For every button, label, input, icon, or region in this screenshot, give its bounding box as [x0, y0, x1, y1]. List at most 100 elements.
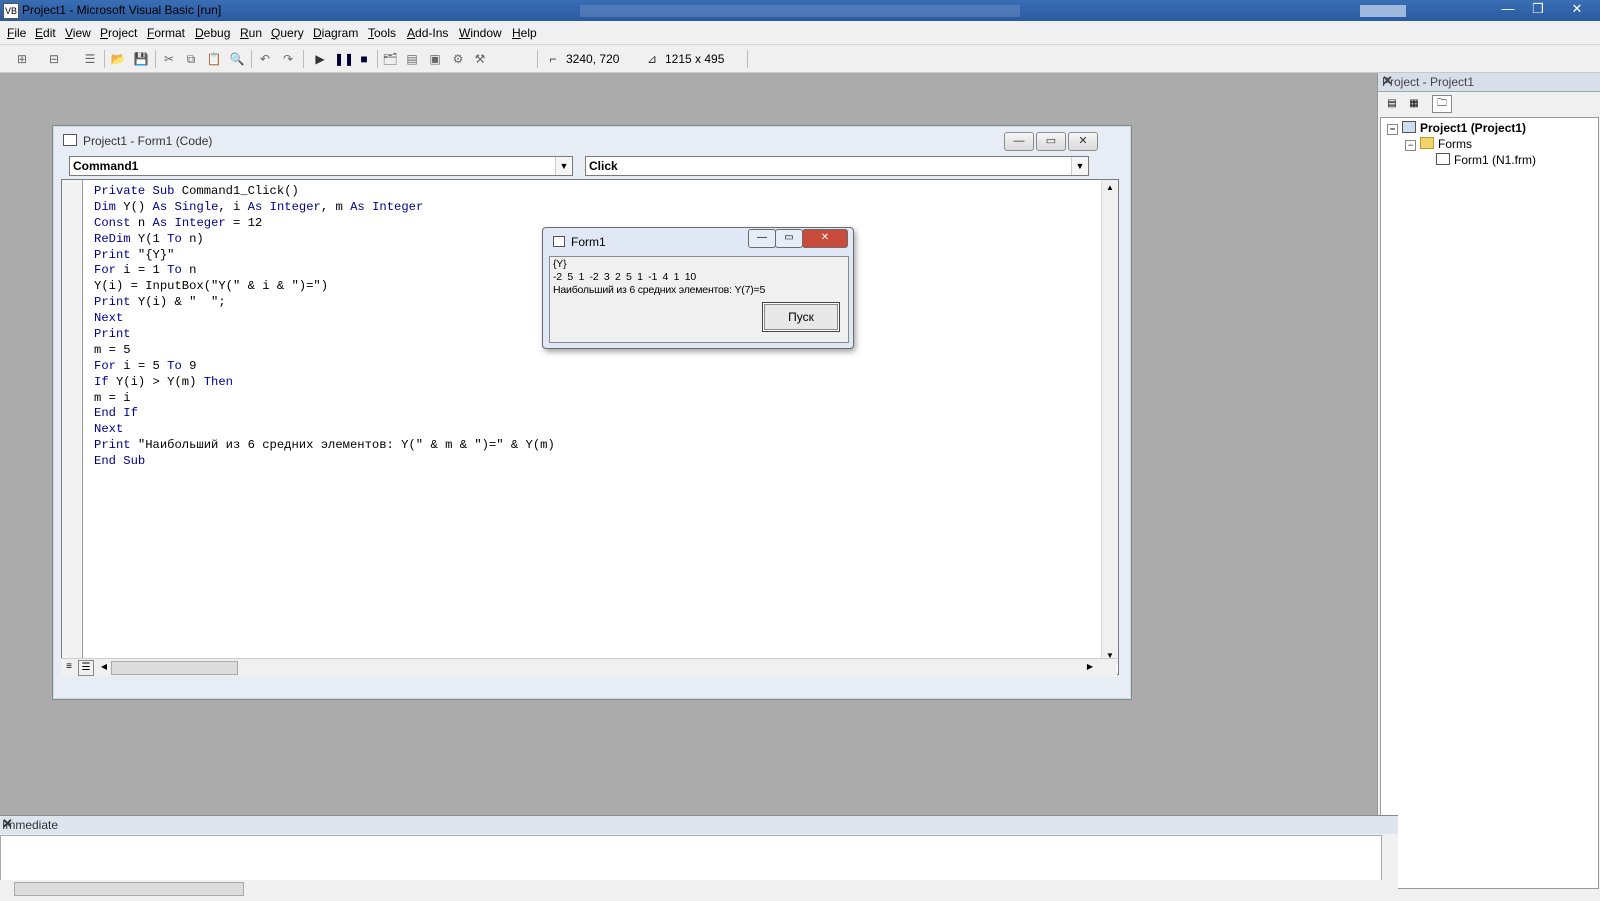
toolbar-separator: [155, 50, 156, 68]
code-window-icon: [63, 134, 77, 146]
menu-diagram[interactable]: Diagram: [313, 26, 358, 40]
collapse-icon[interactable]: −: [1405, 140, 1416, 151]
code-line: Next: [94, 422, 124, 437]
immediate-horizontal-scrollbar[interactable]: [0, 880, 1398, 897]
standard-toolbar: ⊞ ⊟ ☰ 📂 💾 ✂ ⧉ 📋 🔍 ↶ ↷ ▶ ❚❚ ■ 🗂 ▤ ▣ ⚙ ⚒ ⌐…: [0, 46, 1600, 73]
menu-debug[interactable]: Debug: [195, 26, 230, 40]
toolbar-separator: [537, 50, 538, 68]
chevron-down-icon[interactable]: ▼: [1071, 157, 1088, 175]
size-icon: ⊿: [646, 52, 658, 66]
open-project-icon[interactable]: 📂: [110, 51, 126, 67]
vb-app-icon[interactable]: VB: [3, 3, 19, 19]
break-icon[interactable]: ❚❚: [334, 51, 354, 67]
chevron-down-icon[interactable]: ▼: [555, 157, 572, 175]
add-project-icon[interactable]: ⊞: [14, 51, 30, 67]
immediate-header: Immediate ✕: [0, 816, 1398, 834]
position-readout: 3240, 720: [566, 52, 620, 66]
add-form-icon[interactable]: ⊟: [46, 51, 62, 67]
code-line: Print: [94, 327, 131, 342]
close-icon[interactable]: ✕: [1382, 73, 1597, 89]
size-readout: 1215 x 495: [665, 52, 725, 66]
find-icon[interactable]: 🔍: [229, 51, 245, 67]
menu-tools[interactable]: Tools: [368, 26, 396, 40]
pusk-button[interactable]: Пуск: [762, 302, 840, 332]
code-window-minimize-button[interactable]: —: [1004, 132, 1034, 151]
close-icon[interactable]: ✕: [2, 816, 1394, 832]
tree-project-node[interactable]: − Project1 (Project1): [1387, 121, 1526, 135]
code-line: End If: [94, 406, 138, 421]
toolbar-separator: [104, 50, 105, 68]
form1-window: Form1 — ▭ ✕ {Y} -2 5 1 -2 3 2 5 1 -1 4 1…: [542, 227, 854, 349]
menu-run[interactable]: Run: [240, 26, 262, 40]
paste-icon[interactable]: 📋: [206, 51, 222, 67]
scroll-thumb[interactable]: [111, 661, 238, 675]
tree-form1-node[interactable]: Form1 (N1.frm): [1436, 153, 1536, 167]
menu-query[interactable]: Query: [271, 26, 304, 40]
procedure-view-icon[interactable]: ≡: [62, 660, 76, 674]
properties-window-icon[interactable]: ▤: [404, 51, 420, 67]
menu-project[interactable]: Project: [100, 26, 137, 40]
form1-output-line: Наибольший из 6 средних элементов: Y(7)=…: [553, 284, 766, 296]
menu-editor-icon[interactable]: ☰: [82, 51, 98, 67]
scroll-left-icon[interactable]: ◀: [97, 660, 111, 674]
procedure-combo[interactable]: Click ▼: [585, 156, 1089, 176]
scroll-thumb[interactable]: [14, 882, 244, 896]
view-code-icon[interactable]: ▤: [1382, 95, 1402, 113]
horizontal-scrollbar[interactable]: ≡ ☰ ◀ ▶: [61, 658, 1117, 676]
project-explorer-icon[interactable]: 🗂: [382, 51, 398, 67]
project-icon: [1402, 121, 1416, 133]
full-module-view-icon[interactable]: ☰: [78, 660, 94, 676]
position-icon: ⌐: [549, 52, 557, 66]
menu-file[interactable]: File: [7, 26, 26, 40]
margin-indicator-bar[interactable]: [62, 180, 83, 674]
toolbar-separator: [251, 50, 252, 68]
undo-icon[interactable]: ↶: [257, 51, 273, 67]
view-object-icon[interactable]: ▦: [1404, 95, 1424, 113]
form1-minimize-button[interactable]: —: [748, 229, 776, 248]
menu-help[interactable]: Help: [512, 26, 537, 40]
minimize-button[interactable]: —: [1493, 0, 1523, 18]
close-button[interactable]: ✕: [1562, 0, 1592, 18]
toolbox-icon[interactable]: ⚒: [472, 51, 488, 67]
toggle-folders-icon[interactable]: 🗀: [1432, 95, 1452, 113]
start-icon[interactable]: ▶: [312, 51, 328, 67]
save-project-icon[interactable]: 💾: [133, 51, 149, 67]
menu-add-ins[interactable]: Add-Ins: [407, 26, 448, 40]
object-combo-value: Command1: [73, 159, 139, 173]
menu-view[interactable]: View: [65, 26, 91, 40]
menu-window[interactable]: Window: [459, 26, 502, 40]
end-icon[interactable]: ■: [356, 51, 372, 67]
code-window-maximize-button[interactable]: ▭: [1036, 132, 1066, 151]
vertical-scrollbar[interactable]: ▲ ▼: [1101, 180, 1118, 664]
immediate-input[interactable]: [0, 835, 1382, 881]
object-browser-icon[interactable]: ⚙: [450, 51, 466, 67]
code-window-close-button[interactable]: ✕: [1068, 132, 1098, 151]
code-line: Dim Y() As Single, i As Integer, m As In…: [94, 199, 424, 214]
restore-button[interactable]: ❐: [1523, 0, 1553, 18]
code-line: Print Y(i) & " ";: [94, 295, 226, 310]
immediate-vertical-scrollbar[interactable]: [1382, 835, 1398, 881]
form1-close-button[interactable]: ✕: [802, 229, 848, 248]
code-line: End Sub: [94, 454, 146, 469]
collapse-icon[interactable]: −: [1387, 124, 1398, 135]
cut-icon[interactable]: ✂: [161, 51, 177, 67]
code-line: For i = 5 To 9: [94, 358, 197, 373]
form-icon: [553, 236, 565, 247]
tree-forms-folder[interactable]: − Forms: [1405, 137, 1472, 151]
object-combo[interactable]: Command1 ▼: [69, 156, 573, 176]
redo-icon[interactable]: ↷: [280, 51, 296, 67]
menu-edit[interactable]: Edit: [35, 26, 56, 40]
form-icon: [1436, 153, 1450, 165]
form1-maximize-button[interactable]: ▭: [775, 229, 803, 248]
code-line: m = i: [94, 390, 131, 405]
scroll-right-icon[interactable]: ▶: [1083, 660, 1097, 674]
form-layout-icon[interactable]: ▣: [427, 51, 443, 67]
form1-title-text: Form1: [571, 235, 606, 249]
code-window-title-text: Project1 - Form1 (Code): [83, 134, 213, 148]
scroll-up-icon[interactable]: ▲: [1102, 180, 1118, 196]
menu-format[interactable]: Format: [147, 26, 185, 40]
code-line: Private Sub Command1_Click(): [94, 184, 299, 198]
copy-icon[interactable]: ⧉: [183, 51, 199, 67]
folder-icon: [1420, 137, 1434, 149]
code-line: If Y(i) > Y(m) Then: [94, 374, 233, 389]
